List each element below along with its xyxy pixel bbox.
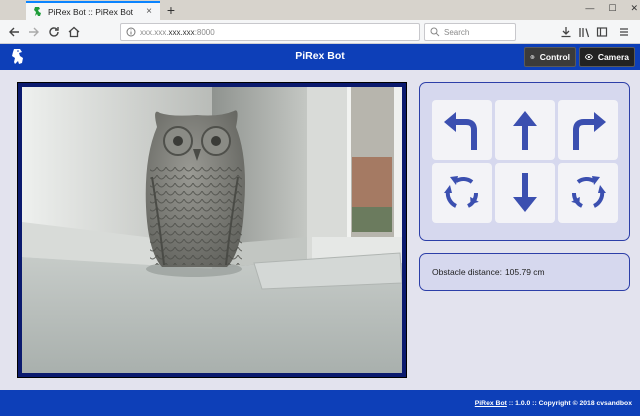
turn-right-button[interactable] (558, 100, 618, 160)
tab-title: PiRex Bot :: PiRex Bot (48, 6, 134, 17)
turn-right-arrow-icon (573, 112, 606, 150)
url-host: xxx.xxx (168, 27, 195, 37)
search-icon (430, 27, 440, 37)
backward-button[interactable] (495, 163, 555, 223)
dino-favicon-icon (32, 6, 43, 17)
reload-icon[interactable] (46, 24, 62, 40)
forward-arrow-icon[interactable] (26, 24, 42, 40)
control-panel (419, 82, 630, 241)
obstacle-distance-label: Obstacle distance: (432, 267, 502, 277)
control-label: Control (539, 52, 570, 62)
back-arrow-icon[interactable] (6, 24, 22, 40)
new-tab-button[interactable]: + (164, 2, 178, 18)
camera-button[interactable]: Camera (579, 47, 635, 67)
obstacle-distance-panel: Obstacle distance: 105.79 cm (419, 253, 630, 291)
search-input[interactable]: Search (424, 23, 516, 41)
eye-icon (585, 54, 593, 60)
camera-feed-image (22, 87, 402, 373)
forward-button[interactable] (495, 100, 555, 160)
rotate-left-button[interactable] (432, 163, 492, 223)
search-placeholder: Search (444, 27, 470, 37)
sidebar-icon[interactable] (594, 24, 610, 40)
browser-tab-strip: PiRex Bot :: PiRex Bot × + — ☐ ✕ (0, 0, 640, 20)
camera-feed-frame (17, 82, 407, 378)
maximize-button[interactable]: ☐ (608, 3, 616, 14)
tab-close-icon[interactable]: × (144, 6, 154, 17)
up-arrow-icon (513, 111, 537, 150)
footer-home-link[interactable]: PiRex Bot (475, 400, 507, 407)
address-bar[interactable]: xxx.xxx. xxx.xxx:8000 (120, 23, 420, 41)
turn-left-arrow-icon (444, 112, 477, 150)
footer-copyright: :: 1.0.0 :: Copyright © 2018 cvsandbox (506, 399, 632, 407)
rotate-left-icon (444, 176, 479, 208)
info-icon[interactable] (126, 27, 136, 37)
library-icon[interactable] (576, 24, 592, 40)
camera-label: Camera (597, 52, 629, 62)
rotate-right-button[interactable] (558, 163, 618, 223)
url-prefix: xxx.xxx. (140, 27, 169, 37)
app-footer: PiRex Bot :: 1.0.0 :: Copyright © 2018 c… (0, 390, 640, 416)
down-arrow-icon (513, 173, 537, 212)
home-icon[interactable] (66, 24, 82, 40)
close-window-button[interactable]: ✕ (630, 3, 638, 14)
window-controls: — ☐ ✕ (585, 3, 638, 14)
minimize-button[interactable]: — (585, 3, 594, 14)
control-button[interactable]: Control (524, 47, 576, 67)
turn-left-button[interactable] (432, 100, 492, 160)
url-port: :8000 (194, 27, 215, 37)
gear-icon (530, 55, 535, 59)
app-header: PiRex Bot Control Camera (0, 44, 640, 70)
downloads-icon[interactable] (558, 24, 574, 40)
browser-tab-active[interactable]: PiRex Bot :: PiRex Bot × (26, 1, 160, 20)
hamburger-menu-icon[interactable] (616, 24, 632, 40)
browser-navbar: xxx.xxx. xxx.xxx:8000 Search (0, 20, 640, 44)
rotate-right-icon (571, 176, 606, 208)
obstacle-distance-value: 105.79 cm (504, 267, 545, 277)
